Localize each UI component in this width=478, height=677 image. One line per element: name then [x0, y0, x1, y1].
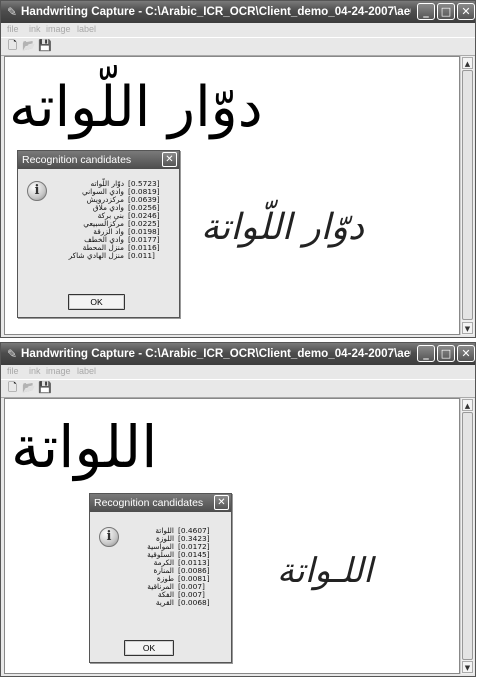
- candidate-list: اللواتة [0.4607] اللوزة [0.3423] المواسية [0.…: [130, 527, 228, 607]
- menu-bar: file ink image label: [1, 365, 475, 379]
- scroll-down-arrow-icon[interactable]: ▼: [462, 661, 473, 673]
- handwritten-ink: دوّار اللّواتة: [201, 207, 365, 248]
- window-title: Handwriting Capture - C:\Arabic_ICR_OCR\…: [21, 347, 411, 360]
- open-folder-icon[interactable]: 📂: [22, 40, 36, 52]
- scroll-up-arrow-icon[interactable]: ▲: [462, 399, 473, 411]
- close-button[interactable]: ✕: [457, 3, 475, 20]
- dialog-close-button[interactable]: ✕: [162, 152, 177, 167]
- title-bar[interactable]: ✎ Handwriting Capture - C:\Arabic_ICR_OC…: [1, 343, 475, 365]
- open-folder-icon[interactable]: 📂: [22, 382, 36, 394]
- ink-canvas[interactable]: اللواتة اللـواتة Recognition candidates …: [4, 398, 460, 674]
- recognized-text: اللواتة: [11, 413, 158, 481]
- handwritten-ink: اللـواتة: [277, 551, 373, 591]
- scroll-thumb[interactable]: [462, 412, 473, 660]
- menu-ink[interactable]: ink: [29, 24, 41, 34]
- candidate-row: القرية [0.0068]: [130, 599, 228, 607]
- candidate-list: دوّار اللّواته [0.5723] وادي السواني [0.081…: [62, 180, 178, 260]
- minimize-button[interactable]: _: [417, 3, 435, 20]
- candidate-word: القرية: [155, 598, 174, 607]
- toolbar: 🗋 📂 💾: [1, 379, 475, 398]
- handwriting-capture-window-1: ✎ Handwriting Capture - C:\Arabic_ICR_OC…: [0, 0, 476, 338]
- recognition-candidates-dialog: Recognition candidates ✕ i دوّار اللّوات…: [17, 150, 180, 318]
- maximize-button[interactable]: □: [437, 3, 455, 20]
- menu-file[interactable]: file: [7, 366, 19, 376]
- scroll-thumb[interactable]: [462, 70, 473, 320]
- scroll-down-arrow-icon[interactable]: ▼: [462, 322, 473, 334]
- minimize-button[interactable]: _: [417, 345, 435, 362]
- menu-image[interactable]: image: [46, 24, 71, 34]
- vertical-scrollbar[interactable]: ▲ ▼: [460, 56, 474, 335]
- dialog-title: Recognition candidates: [18, 151, 179, 169]
- new-file-icon[interactable]: 🗋: [6, 382, 19, 394]
- app-icon: ✎: [6, 5, 18, 19]
- menu-bar: file ink image label: [1, 23, 475, 37]
- toolbar: 🗋 📂 💾: [1, 37, 475, 56]
- menu-label[interactable]: label: [77, 366, 96, 376]
- maximize-button[interactable]: □: [437, 345, 455, 362]
- handwriting-capture-window-2: ✎ Handwriting Capture - C:\Arabic_ICR_OC…: [0, 342, 476, 677]
- save-icon[interactable]: 💾: [38, 382, 52, 394]
- recognized-text: دوّار اللّواته: [9, 75, 263, 140]
- menu-image[interactable]: image: [46, 366, 71, 376]
- menu-file[interactable]: file: [7, 24, 19, 34]
- ink-canvas[interactable]: دوّار اللّواته دوّار اللّواتة Recognitio…: [4, 56, 460, 335]
- close-button[interactable]: ✕: [457, 345, 475, 362]
- candidate-word: منزل الهادي شاكر: [68, 251, 124, 260]
- dialog-title: Recognition candidates: [90, 494, 231, 512]
- window-title: Handwriting Capture - C:\Arabic_ICR_OCR\…: [21, 5, 411, 18]
- dialog-close-button[interactable]: ✕: [214, 495, 229, 510]
- title-bar[interactable]: ✎ Handwriting Capture - C:\Arabic_ICR_OC…: [1, 1, 475, 23]
- new-file-icon[interactable]: 🗋: [6, 40, 19, 52]
- candidate-row: منزل الهادي شاكر [0.011]: [62, 252, 178, 260]
- scroll-up-arrow-icon[interactable]: ▲: [462, 57, 473, 69]
- app-icon: ✎: [6, 347, 18, 361]
- menu-ink[interactable]: ink: [29, 366, 41, 376]
- save-icon[interactable]: 💾: [38, 40, 52, 52]
- candidate-score: [0.011]: [128, 251, 155, 260]
- recognition-candidates-dialog: Recognition candidates ✕ i اللواتة [0.460…: [89, 493, 232, 663]
- menu-label[interactable]: label: [77, 24, 96, 34]
- info-icon: i: [99, 527, 119, 547]
- ok-button[interactable]: OK: [124, 640, 174, 656]
- candidate-score: [0.0068]: [178, 598, 210, 607]
- info-icon: i: [27, 181, 47, 201]
- ok-button[interactable]: OK: [68, 294, 125, 310]
- vertical-scrollbar[interactable]: ▲ ▼: [460, 398, 474, 674]
